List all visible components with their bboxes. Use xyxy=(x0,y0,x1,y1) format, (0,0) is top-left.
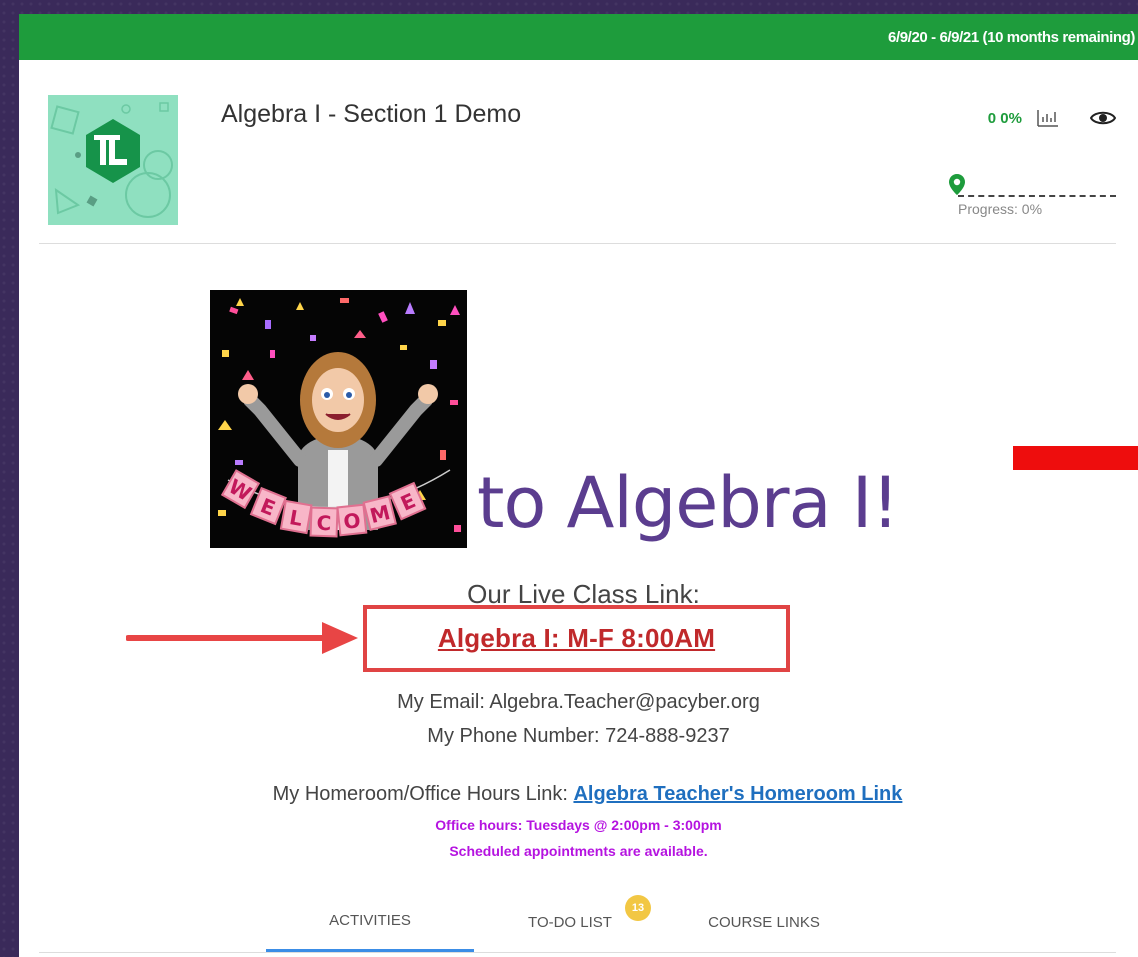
date-range-text: 6/9/20 - 6/9/21 (10 months remaining) xyxy=(888,28,1135,46)
tab-activities-label: ACTIVITIES xyxy=(329,912,411,929)
course-stats: 0 0% xyxy=(988,108,1116,128)
map-pin-icon xyxy=(949,174,965,195)
tab-todo-list[interactable]: TO-DO LIST xyxy=(505,892,635,952)
course-thumbnail[interactable] xyxy=(48,95,178,225)
red-arrow-icon xyxy=(126,622,358,654)
tab-course-links[interactable]: COURSE LINKS xyxy=(699,892,829,952)
course-card: 6/9/20 - 6/9/21 (10 months remaining) Al… xyxy=(19,14,1138,957)
course-tabs: ACTIVITIES TO-DO LIST COURSE LINKS xyxy=(19,892,1138,952)
welcome-heading: to Algebra I! xyxy=(477,462,899,544)
tabs-divider xyxy=(39,952,1116,953)
tab-course-links-label: COURSE LINKS xyxy=(708,913,820,931)
course-title[interactable]: Algebra I - Section 1 Demo xyxy=(221,100,521,129)
progress-label: Progress: 0% xyxy=(958,201,1043,217)
progress-track xyxy=(958,195,1116,197)
homeroom-link[interactable]: Algebra Teacher's Homeroom Link xyxy=(573,783,902,805)
red-annotation-bar xyxy=(1013,446,1138,470)
email-line: My Email: Algebra.Teacher@pacyber.org xyxy=(397,691,760,713)
progress-indicator: Progress: 0% xyxy=(948,168,1116,228)
phone-line: My Phone Number: 724-888-9237 xyxy=(427,725,730,747)
course-logo-icon xyxy=(48,95,178,225)
tab-activities[interactable]: ACTIVITIES xyxy=(266,892,474,952)
header-divider xyxy=(39,243,1116,244)
eye-icon[interactable] xyxy=(1090,109,1116,127)
todo-count-badge: 13 xyxy=(625,895,651,921)
homeroom-line: My Homeroom/Office Hours Link: Algebra T… xyxy=(19,783,1138,806)
appointments-text: Scheduled appointments are available. xyxy=(449,843,708,859)
course-header: Algebra I - Section 1 Demo 0 0% Progress… xyxy=(19,60,1138,245)
svg-text:C: C xyxy=(316,511,332,535)
tab-todo-label: TO-DO LIST xyxy=(528,913,612,931)
welcome-bitmoji-image: W E L C O M E xyxy=(210,290,467,548)
live-class-heading: Our Live Class Link: xyxy=(467,579,700,605)
grade-value: 0 0% xyxy=(987,109,1022,127)
live-class-link[interactable]: Algebra I: M-F 8:00AM xyxy=(438,623,715,654)
svg-text:O: O xyxy=(342,508,361,534)
date-range-bar: 6/9/20 - 6/9/21 (10 months remaining) xyxy=(19,14,1138,60)
homeroom-label: My Homeroom/Office Hours Link: xyxy=(272,783,574,805)
live-class-highlight-box: Algebra I: M-F 8:00AM xyxy=(363,605,790,672)
office-hours-text: Office hours: Tuesdays @ 2:00pm - 3:00pm xyxy=(435,817,722,833)
bar-chart-icon[interactable] xyxy=(1036,108,1060,128)
